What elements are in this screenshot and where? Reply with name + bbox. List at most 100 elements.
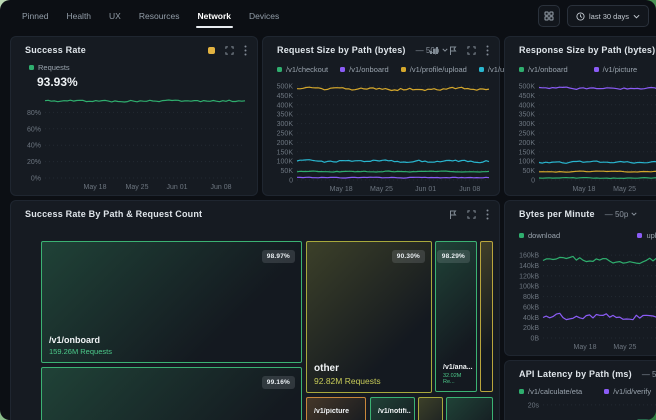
response-size-chart[interactable]: 050K100K150K200K250K300K350K400K450K500K… xyxy=(513,81,656,193)
svg-text:50K: 50K xyxy=(523,168,536,175)
svg-text:400K: 400K xyxy=(277,102,294,109)
alert-indicator-icon[interactable] xyxy=(208,47,215,54)
aggregation-dropdown[interactable]: — 50p xyxy=(605,210,638,219)
time-range-label: last 30 days xyxy=(589,12,629,21)
legend-item[interactable]: /v1/onboard xyxy=(340,65,389,74)
svg-text:Jun 01: Jun 01 xyxy=(415,186,436,193)
svg-text:150K: 150K xyxy=(277,149,294,156)
panel-actions xyxy=(208,45,247,56)
treemap-box[interactable] xyxy=(418,397,443,420)
nav-tab-devices[interactable]: Devices xyxy=(249,11,279,21)
svg-text:0B: 0B xyxy=(530,336,539,343)
svg-text:60kB: 60kB xyxy=(523,304,539,311)
svg-text:20s: 20s xyxy=(528,402,540,409)
svg-text:May 18: May 18 xyxy=(574,344,597,351)
panel-title: Bytes per Minute xyxy=(519,209,595,219)
svg-text:500K: 500K xyxy=(519,84,536,91)
svg-text:May 18: May 18 xyxy=(572,186,595,193)
treemap-box--v1-picture[interactable]: /v1/picture xyxy=(306,397,366,420)
treemap-label: /v1/onboard159.26M Requests xyxy=(49,335,298,356)
svg-text:20kB: 20kB xyxy=(523,325,539,332)
svg-text:100K: 100K xyxy=(277,159,294,166)
nav-tab-health[interactable]: Health xyxy=(66,11,91,21)
nav-tab-network[interactable]: Network xyxy=(198,11,232,21)
svg-text:0: 0 xyxy=(289,178,293,185)
svg-text:350K: 350K xyxy=(519,112,536,119)
svg-text:300K: 300K xyxy=(519,121,536,128)
legend-item[interactable]: download xyxy=(519,231,560,240)
treemap-box-other[interactable]: 90.30%other92.82M Requests xyxy=(306,241,432,393)
legend-item[interactable]: /v1/onboard xyxy=(519,65,568,74)
expand-icon[interactable] xyxy=(467,210,476,219)
panel-actions xyxy=(449,209,489,220)
svg-text:50K: 50K xyxy=(281,168,294,175)
treemap-box[interactable] xyxy=(480,241,493,392)
top-nav: Pinned Health UX Resources Network Devices la… xyxy=(0,0,656,32)
panel-bytes-per-minute: Bytes per Minute — 50p download upload 0B… xyxy=(504,200,656,356)
legend-item[interactable]: upload xyxy=(637,231,656,240)
svg-text:May 25: May 25 xyxy=(613,344,636,351)
svg-text:100K: 100K xyxy=(519,159,536,166)
panel-title: Response Size by Path (bytes) xyxy=(519,45,655,55)
nav-tab-resources[interactable]: Resources xyxy=(139,11,180,21)
api-latency-chart[interactable]: 20s xyxy=(513,389,656,420)
chart-legend: /v1/onboard/v1/picture/v1/profi xyxy=(519,65,656,74)
svg-text:60%: 60% xyxy=(27,126,41,133)
request-size-chart[interactable]: 050K100K150K200K250K300K350K400K450K500K… xyxy=(271,81,495,193)
success-rate-value: 93.93% xyxy=(37,75,78,89)
chart-legend: Requests xyxy=(29,63,70,72)
nav-tab-pinned[interactable]: Pinned xyxy=(22,11,48,21)
svg-text:Jun 08: Jun 08 xyxy=(459,186,480,193)
clock-icon xyxy=(576,12,585,21)
svg-text:Jun 01: Jun 01 xyxy=(166,184,187,191)
legend-item[interactable]: Requests xyxy=(29,63,70,72)
panel-title: Success Rate xyxy=(25,45,86,55)
dashboard: Pinned Health UX Resources Network Devices la… xyxy=(0,0,656,420)
nav-tab-ux[interactable]: UX xyxy=(109,11,121,21)
svg-text:May 18: May 18 xyxy=(84,184,107,191)
svg-text:Jun 08: Jun 08 xyxy=(210,184,231,191)
treemap-box--v1-ana-[interactable]: 98.29%/v1/ana...32.02M Re... xyxy=(435,241,477,392)
flag-icon[interactable] xyxy=(449,46,457,56)
svg-text:40%: 40% xyxy=(27,143,41,150)
treemap-box[interactable] xyxy=(446,397,493,420)
success-rate-badge: 99.16% xyxy=(262,376,295,389)
svg-text:May 25: May 25 xyxy=(126,184,149,191)
legend-item[interactable]: /v1/picture xyxy=(594,65,638,74)
kebab-menu-icon[interactable] xyxy=(244,45,247,56)
svg-text:300K: 300K xyxy=(277,121,294,128)
grid-layout-button[interactable] xyxy=(538,5,560,27)
aggregation-dropdown[interactable]: — 50p xyxy=(642,370,656,379)
panel-success-rate: Success Rate Requests 93.93% 0%20%40%60%… xyxy=(10,36,258,196)
panel-actions xyxy=(429,45,489,56)
chart-type-icon[interactable] xyxy=(429,46,439,55)
panel-title: Request Size by Path (bytes) xyxy=(277,45,406,55)
kebab-menu-icon[interactable] xyxy=(486,45,489,56)
treemap-box--v1-onboard[interactable]: 98.97% /v1/onboard159.26M Requests xyxy=(41,241,302,363)
flag-icon[interactable] xyxy=(449,210,457,220)
nav-controls: last 30 days Filter/Co xyxy=(538,5,656,27)
chart-legend: download upload xyxy=(519,231,656,240)
svg-text:80kB: 80kB xyxy=(523,294,539,301)
treemap-box[interactable]: 99.16% xyxy=(41,367,302,420)
legend-item[interactable]: /v1/profile/upload xyxy=(401,65,467,74)
treemap-label: /v1/notifi... xyxy=(378,408,411,415)
success-rate-badge: 98.29% xyxy=(437,250,470,263)
svg-text:250K: 250K xyxy=(277,131,294,138)
success-rate-badge: 98.97% xyxy=(262,250,295,263)
kebab-menu-icon[interactable] xyxy=(486,209,489,220)
success-rate-chart[interactable]: 0%20%40%60%80%May 18May 25Jun 01Jun 08 xyxy=(19,91,251,191)
time-range-selector[interactable]: last 30 days xyxy=(567,5,649,27)
svg-text:160kB: 160kB xyxy=(519,253,539,260)
svg-text:20%: 20% xyxy=(27,159,41,166)
svg-text:450K: 450K xyxy=(277,93,294,100)
svg-text:0: 0 xyxy=(531,178,535,185)
expand-icon[interactable] xyxy=(225,46,234,55)
treemap-label: /v1/picture xyxy=(314,408,362,415)
legend-item[interactable]: /v1/checkout xyxy=(277,65,328,74)
treemap-box--v1-notifi-[interactable]: /v1/notifi... xyxy=(370,397,415,420)
bytes-per-minute-chart[interactable]: 0B20kB40kB60kB80kB100kB120kB140kB160kBMa… xyxy=(513,245,656,351)
treemap: 98.97% /v1/onboard159.26M Requests 99.16% 9… xyxy=(41,241,493,420)
treemap-label: other92.82M Requests xyxy=(314,363,428,386)
expand-icon[interactable] xyxy=(467,46,476,55)
